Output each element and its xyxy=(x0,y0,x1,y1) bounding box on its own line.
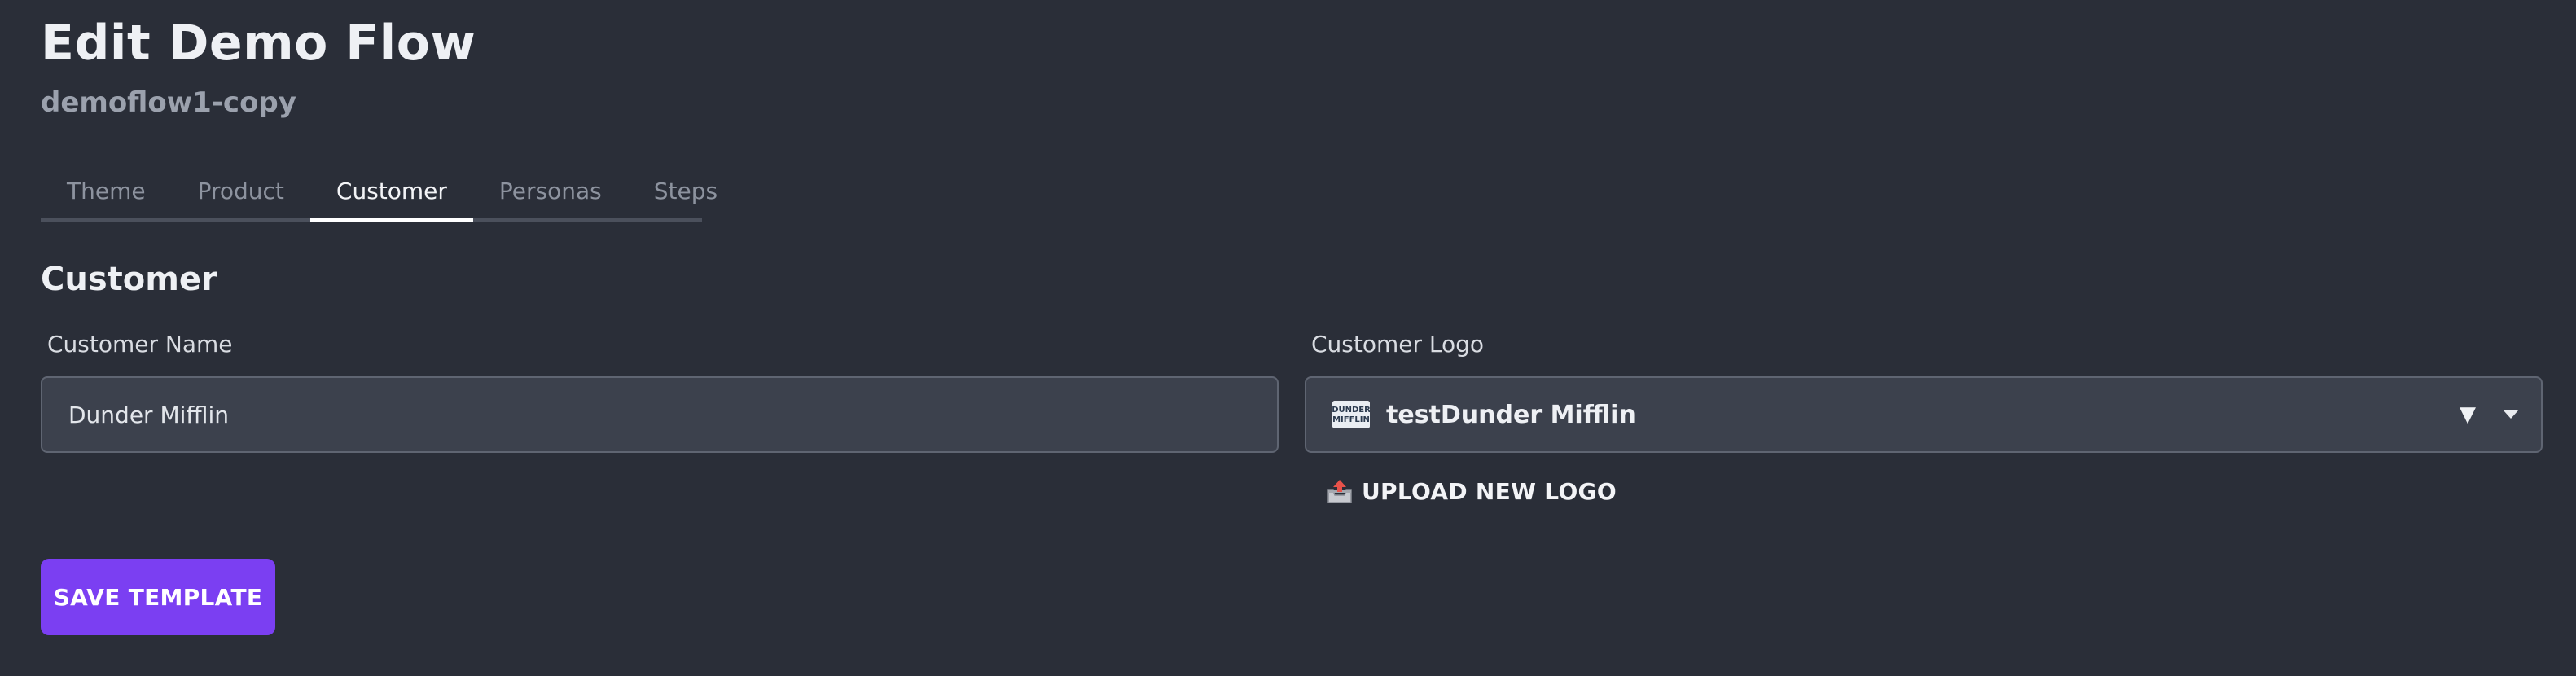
tab-steps[interactable]: Steps xyxy=(628,163,744,218)
tab-personas[interactable]: Personas xyxy=(473,163,628,218)
tab-bar: Theme Product Customer Personas Steps xyxy=(41,163,718,222)
edit-demo-flow-page: Edit Demo Flow demoflow1-copy Theme Prod… xyxy=(0,0,2576,676)
customer-name-label: Customer Name xyxy=(47,331,233,358)
tab-theme[interactable]: Theme xyxy=(41,163,172,218)
dunder-mifflin-logo: DUNDER MIFFLIN xyxy=(1332,401,1370,428)
upload-new-logo-button[interactable]: UPLOAD NEW LOGO xyxy=(1326,477,1617,505)
section-heading: Customer xyxy=(41,261,217,298)
page-subtitle: demoflow1-copy xyxy=(41,86,296,119)
logo-text-line1: DUNDER xyxy=(1332,406,1370,415)
customer-logo-label: Customer Logo xyxy=(1311,331,1485,358)
tab-customer[interactable]: Customer xyxy=(309,163,473,222)
chevron-down-icon[interactable] xyxy=(2504,410,2518,419)
save-template-button[interactable]: SAVE TEMPLATE xyxy=(41,559,275,635)
customer-name-input[interactable] xyxy=(41,376,1279,453)
customer-logo-select[interactable]: DUNDER MIFFLIN testDunder Mifflin ▼ xyxy=(1305,376,2543,453)
outbox-tray-icon xyxy=(1327,480,1352,503)
customer-logo-selected: testDunder Mifflin xyxy=(1386,400,1636,429)
triangle-down-icon: ▼ xyxy=(2460,402,2476,427)
page-title: Edit Demo Flow xyxy=(41,15,476,72)
logo-text-line2: MIFFLIN xyxy=(1332,415,1370,424)
tab-product[interactable]: Product xyxy=(172,163,310,218)
upload-new-logo-label: UPLOAD NEW LOGO xyxy=(1362,477,1617,505)
